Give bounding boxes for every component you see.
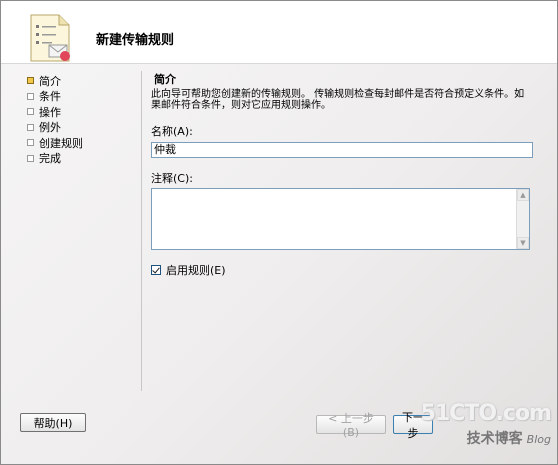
notes-textarea[interactable]: ▲ ▼: [151, 188, 530, 250]
watermark-logo: 51CTO.com: [420, 401, 552, 426]
rule-name-input[interactable]: [151, 142, 533, 158]
step-label: 条件: [39, 90, 61, 104]
step-label: 例外: [39, 121, 61, 135]
watermark-subtitle-text: 技术博客: [466, 431, 523, 447]
site-watermark: 51CTO.com 技术博客 Blog: [420, 401, 552, 448]
next-button[interactable]: 下一步: [393, 411, 433, 440]
back-button[interactable]: < 上一步(B): [316, 412, 386, 439]
panel-divider: [141, 71, 142, 391]
intro-description: 此向导可帮助您创建新的传输规则。 传输规则检查每封邮件是否符合预定义条件。如果邮…: [151, 89, 525, 111]
enable-rule-checkbox[interactable]: [151, 265, 161, 275]
notes-scrollbar[interactable]: ▲ ▼: [516, 189, 529, 249]
step-completion: 完成: [27, 151, 83, 167]
step-intro: 简介: [27, 73, 83, 89]
step-exceptions: 例外: [27, 120, 83, 136]
enable-rule-row[interactable]: 启用规则(E): [151, 262, 531, 278]
section-title: 简介: [154, 73, 176, 86]
step-label: 创建规则: [39, 136, 83, 150]
step-indicator: [27, 108, 34, 116]
name-label: 名称(A):: [151, 125, 193, 138]
wizard-steps-list: 简介 条件 操作 例外 创建规则 完成: [27, 73, 83, 166]
step-conditions: 条件: [27, 89, 83, 105]
scroll-up-arrow-icon[interactable]: ▲: [517, 189, 529, 201]
step-indicator: [27, 123, 34, 131]
step-indicator: [27, 92, 34, 100]
step-label: 操作: [39, 105, 61, 119]
wizard-window: 新建传输规则 简介 条件 操作 例外 创建规则 完成 简介 此向导可帮助您创建新…: [0, 0, 558, 465]
watermark-blog-text: Blog: [526, 433, 551, 446]
watermark-subtitle: 技术博客 Blog: [421, 428, 551, 448]
step-actions: 操作: [27, 104, 83, 120]
intro-panel: 简介 此向导可帮助您创建新的传输规则。 传输规则检查每封邮件是否符合预定义条件。…: [151, 71, 533, 278]
step-create-rule: 创建规则: [27, 135, 83, 151]
notes-label: 注释(C):: [151, 172, 193, 185]
step-label: 简介: [39, 74, 61, 88]
transport-rule-wizard-icon: [30, 14, 70, 62]
enable-rule-label: 启用规则(E): [166, 264, 226, 277]
step-indicator-current: [27, 77, 34, 85]
scroll-down-arrow-icon[interactable]: ▼: [517, 237, 529, 249]
wizard-title: 新建传输规则: [96, 33, 175, 48]
step-indicator: [27, 139, 34, 147]
wizard-header: 新建传输规则: [1, 1, 557, 64]
help-button[interactable]: 帮助(H): [20, 413, 86, 432]
step-label: 完成: [39, 152, 61, 166]
step-indicator: [27, 154, 34, 162]
